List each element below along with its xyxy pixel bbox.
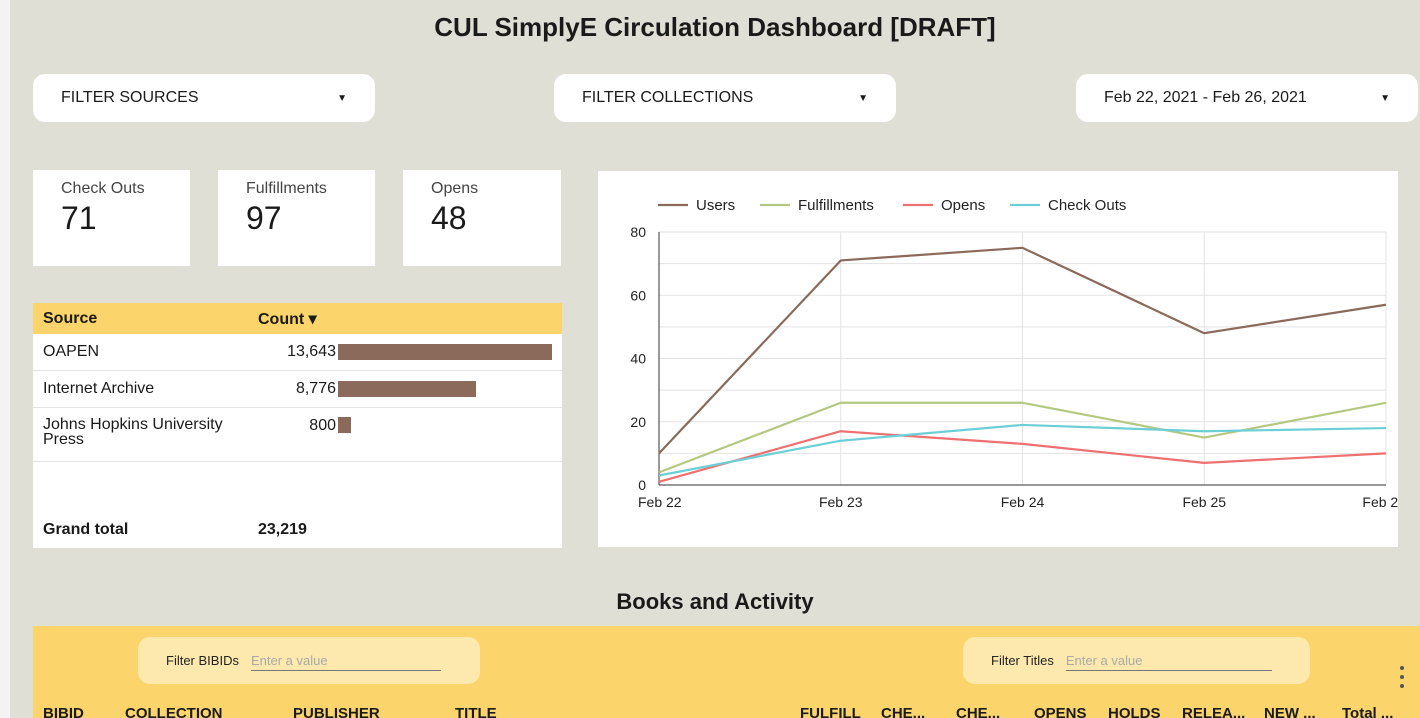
- table-row[interactable]: Internet Archive 8,776: [33, 371, 562, 408]
- count-bar: [338, 344, 552, 360]
- y-tick-label: 20: [630, 414, 646, 430]
- filter-bibids-label: Filter BIBIDs: [166, 653, 239, 668]
- column-header-collection[interactable]: COLLECTION: [125, 705, 223, 718]
- x-tick-label: Feb 24: [1001, 494, 1045, 510]
- table-row[interactable]: Johns Hopkins University Press 800: [33, 408, 562, 462]
- source-count: 8,776: [295, 380, 336, 397]
- caret-down-icon: ▼: [1380, 92, 1390, 104]
- column-header-releases[interactable]: RELEA...: [1182, 705, 1245, 718]
- scorecard-value: 71: [61, 200, 97, 236]
- source-count: 800: [309, 417, 336, 434]
- column-header-count[interactable]: Count ▾: [258, 309, 317, 329]
- scorecard-label: Check Outs: [61, 180, 145, 197]
- filter-titles-input[interactable]: [1065, 650, 1272, 671]
- filter-sources-dropdown[interactable]: FILTER SOURCES ▼: [33, 74, 375, 122]
- column-header-publisher[interactable]: PUBLISHER: [293, 705, 380, 718]
- column-header-checkins[interactable]: CHE...: [956, 705, 1000, 718]
- source-name: OAPEN: [43, 343, 100, 360]
- scorecard-check-outs: Check Outs 71: [33, 170, 190, 266]
- section-title: Books and Activity: [616, 589, 814, 614]
- date-range-label: Feb 22, 2021 - Feb 26, 2021: [1104, 89, 1307, 106]
- filter-collections-dropdown[interactable]: FILTER COLLECTIONS ▼: [554, 74, 896, 122]
- count-bar-track: [338, 381, 562, 397]
- scorecard-value: 48: [431, 200, 467, 236]
- count-bar: [338, 417, 351, 433]
- caret-down-icon: ▼: [858, 92, 868, 104]
- legend-label: Check Outs: [1048, 197, 1126, 214]
- source-name: Internet Archive: [43, 380, 155, 397]
- count-bar: [338, 381, 476, 397]
- y-tick-label: 40: [630, 351, 646, 367]
- column-header-new[interactable]: NEW ...: [1264, 705, 1316, 718]
- line-chart: 0 20 40 60 80 Feb 22 Feb 23 Feb 24 Feb 25 Feb 26 U…: [630, 197, 1398, 510]
- filter-bibids: Filter BIBIDs: [138, 637, 480, 684]
- x-tick-label: Feb 22: [638, 494, 682, 510]
- column-header-holds[interactable]: HOLDS: [1108, 705, 1161, 718]
- y-tick-label: 60: [630, 287, 646, 303]
- legend-label: Opens: [941, 197, 985, 214]
- column-header-fulfill[interactable]: FULFILL: [800, 705, 861, 718]
- caret-down-icon: ▼: [337, 92, 347, 104]
- source-count: 13,643: [287, 343, 336, 360]
- filter-bibids-input[interactable]: [250, 650, 441, 671]
- y-tick-label: 0: [638, 477, 646, 493]
- y-tick-label: 80: [630, 224, 646, 240]
- source-table: Source Count ▾ OAPEN 13,643 Internet Arc…: [33, 303, 562, 548]
- filter-collections-label: FILTER COLLECTIONS: [582, 89, 754, 106]
- filter-titles-label: Filter Titles: [991, 653, 1054, 668]
- grand-total-row: Grand total 23,219: [33, 512, 562, 548]
- column-header-title[interactable]: TITLE: [455, 705, 497, 718]
- line-chart-card: 0 20 40 60 80 Feb 22 Feb 23 Feb 24 Feb 25 Feb 26 U…: [598, 171, 1398, 547]
- books-table-panel: Filter BIBIDs Filter Titles BIBID COLLEC…: [33, 626, 1420, 718]
- column-header-opens[interactable]: OPENS: [1034, 705, 1087, 718]
- dashboard-canvas: CUL SimplyE Circulation Dashboard [DRAFT…: [10, 0, 1420, 718]
- scorecard-opens: Opens 48: [403, 170, 561, 266]
- count-bar-track: [338, 344, 562, 360]
- count-bar-track: [338, 417, 562, 433]
- grand-total-label: Grand total: [43, 521, 129, 538]
- scorecard-label: Opens: [431, 180, 479, 197]
- column-header-checkouts[interactable]: CHE...: [881, 705, 925, 718]
- column-header-source[interactable]: Source: [33, 310, 258, 328]
- scorecard-fulfillments: Fulfillments 97: [218, 170, 375, 266]
- grand-total-value: 23,219: [258, 521, 307, 538]
- x-tick-label: Feb 25: [1182, 494, 1226, 510]
- table-row[interactable]: OAPEN 13,643: [33, 334, 562, 371]
- scorecard-label: Fulfillments: [246, 180, 327, 197]
- table-header: Source Count ▾: [33, 303, 562, 334]
- more-vert-icon[interactable]: [1394, 666, 1410, 688]
- legend-label: Users: [696, 197, 735, 214]
- filter-sources-label: FILTER SOURCES: [61, 89, 199, 106]
- legend-label: Fulfillments: [798, 197, 874, 214]
- x-tick-label: Feb 23: [819, 494, 863, 510]
- scorecard-value: 97: [246, 200, 282, 236]
- filter-titles: Filter Titles: [963, 637, 1310, 684]
- source-name: Johns Hopkins University Press: [43, 416, 223, 448]
- date-range-dropdown[interactable]: Feb 22, 2021 - Feb 26, 2021 ▼: [1076, 74, 1418, 122]
- column-header-bibid[interactable]: BIBID: [43, 705, 84, 718]
- column-header-total[interactable]: Total ...: [1342, 705, 1393, 718]
- x-tick-label: Feb 26: [1362, 494, 1398, 510]
- page-title: CUL SimplyE Circulation Dashboard [DRAFT…: [434, 12, 996, 42]
